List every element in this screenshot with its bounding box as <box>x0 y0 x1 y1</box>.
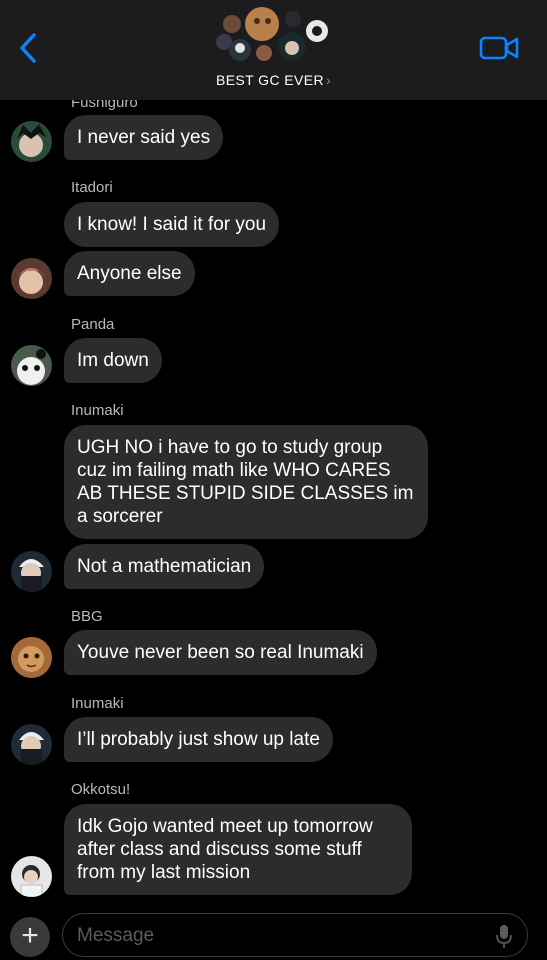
avatar-inumaki[interactable] <box>11 551 52 592</box>
message-bubble[interactable]: I never said yes <box>64 115 224 160</box>
message-bubble[interactable]: Not a mathematician <box>64 544 265 589</box>
message-bubble[interactable]: Anyone else <box>64 251 195 296</box>
message-bubble[interactable]: Youve never been so real Inumaki <box>64 630 377 675</box>
message-placeholder: Message <box>77 925 155 946</box>
message-input[interactable]: Message <box>62 913 528 957</box>
group-avatars[interactable] <box>210 4 340 68</box>
group-title[interactable]: BEST GC EVER › <box>0 72 547 88</box>
message-bubble[interactable]: UGH NO i have to go to study group cuz i… <box>64 425 428 539</box>
video-camera-icon[interactable] <box>478 34 520 62</box>
composer-bar: + Message <box>0 905 547 960</box>
message-bubble[interactable]: Idk Gojo wanted meet up tomorrow after c… <box>64 804 412 895</box>
sender-name: Okkotsu! <box>71 781 131 798</box>
sender-name: Itadori <box>71 179 113 196</box>
sender-name: BBG <box>71 608 103 625</box>
avatar-okkotsu[interactable] <box>11 856 52 897</box>
sender-name: Inumaki <box>71 402 124 419</box>
chat-header: BEST GC EVER › <box>0 0 547 100</box>
sender-name: Panda <box>71 316 115 333</box>
avatar-panda[interactable] <box>11 345 52 386</box>
sender-name: Inumaki <box>71 695 124 712</box>
message-bubble[interactable]: Im down <box>64 338 162 383</box>
chevron-right-icon: › <box>325 72 332 88</box>
message-bubble[interactable]: I know! I said it for you <box>64 202 280 247</box>
avatar-fushiguro[interactable] <box>11 121 52 162</box>
avatar-bbg[interactable] <box>11 637 52 678</box>
group-name: BEST GC EVER <box>215 72 324 88</box>
add-attachment-button[interactable]: + <box>10 917 50 957</box>
avatar-inumaki[interactable] <box>11 724 52 765</box>
chevron-left-icon[interactable] <box>14 30 44 66</box>
message-bubble[interactable]: I’ll probably just show up late <box>64 717 333 762</box>
microphone-icon[interactable] <box>495 923 513 949</box>
avatar-itadori[interactable] <box>11 258 52 299</box>
